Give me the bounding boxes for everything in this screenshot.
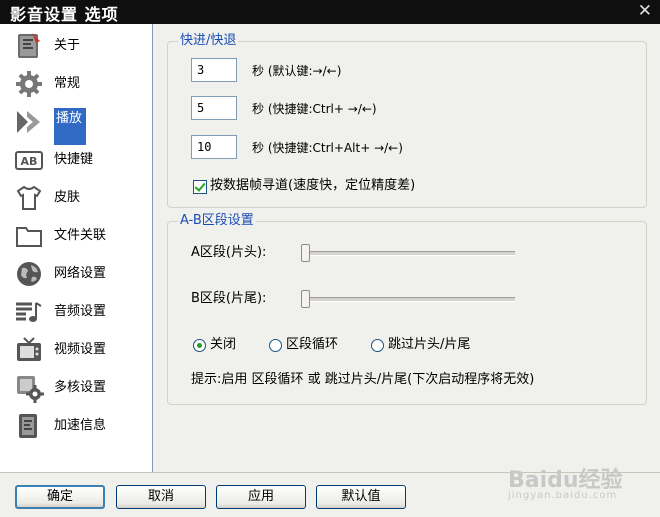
close-icon[interactable]: ✕ bbox=[638, 1, 652, 21]
apply-button[interactable]: 应用 bbox=[216, 485, 306, 509]
seek-ctrl-alt-seconds-input[interactable]: 10 bbox=[191, 135, 237, 159]
watermark-url: jingyan.baidu.com bbox=[508, 490, 618, 501]
sidebar-item-label: 播放 bbox=[54, 108, 87, 145]
seek-ctrl-seconds-input[interactable]: 5 bbox=[191, 96, 237, 120]
seek-group-legend: 快进/快退 bbox=[178, 33, 239, 49]
sidebar-item-acceleration[interactable]: 加速信息 bbox=[0, 408, 150, 444]
sidebar-item-multicore[interactable]: 多核设置 bbox=[0, 370, 150, 406]
sidebar-item-skin[interactable]: 皮肤 bbox=[0, 180, 150, 216]
b-section-label: B区段(片尾): bbox=[191, 291, 267, 306]
multicore-gear-icon bbox=[17, 376, 44, 403]
tv-icon bbox=[17, 337, 41, 361]
keyframe-seek-checkbox[interactable] bbox=[193, 180, 207, 194]
baidu-watermark: Baidu经验 jingyan.baidu.com bbox=[508, 462, 623, 501]
sidebar-item-audio[interactable]: 音频设置 bbox=[0, 294, 150, 330]
sidebar-item-label: 加速信息 bbox=[54, 418, 107, 433]
b-section-slider-thumb[interactable] bbox=[301, 290, 310, 308]
cancel-button[interactable]: 取消 bbox=[116, 485, 206, 509]
sidebar-item-playback[interactable]: 播放 bbox=[0, 104, 150, 145]
tshirt-icon bbox=[16, 185, 42, 210]
ab-section-legend: A-B区段设置 bbox=[178, 213, 256, 229]
sidebar-item-label: 视频设置 bbox=[54, 342, 107, 357]
sidebar-item-label: 皮肤 bbox=[54, 190, 81, 205]
sidebar-item-video[interactable]: 视频设置 bbox=[0, 332, 150, 368]
folder-icon bbox=[16, 227, 42, 247]
a-section-slider-thumb[interactable] bbox=[301, 244, 310, 262]
keyframe-seek-label: 按数据帧寻道(速度快，定位精度差) bbox=[210, 178, 416, 193]
window-title: 影音设置 选项 bbox=[10, 5, 119, 24]
keyboard-ab-icon: AB bbox=[15, 151, 43, 170]
seek-default-seconds-input[interactable]: 3 bbox=[191, 58, 237, 82]
music-lines-icon bbox=[16, 302, 42, 322]
ab-hint-text: 提示:启用 区段循环 或 跳过片头/片尾(下次启动程序将无效) bbox=[191, 372, 535, 387]
ab-loop-label: 区段循环 bbox=[286, 337, 339, 352]
seek-ctrl-label: 秒 (快捷键:Ctrl+ →/←) bbox=[252, 102, 377, 116]
sidebar-item-network[interactable]: 网络设置 bbox=[0, 256, 150, 292]
sidebar-item-label: 快捷键 bbox=[54, 152, 94, 167]
seek-default-label: 秒 (默认键:→/←) bbox=[252, 64, 342, 78]
sidebar-item-file-assoc[interactable]: 文件关联 bbox=[0, 218, 150, 254]
ab-section-group: A-B区段设置 A区段(片头): B区段(片尾): 关闭 区段循环 跳过片头/片… bbox=[167, 213, 647, 405]
svg-text:AB: AB bbox=[21, 155, 38, 168]
sidebar-item-hotkeys[interactable]: AB 快捷键 bbox=[0, 142, 150, 178]
seek-ctrl-alt-label: 秒 (快捷键:Ctrl+Alt+ →/←) bbox=[252, 141, 403, 155]
seek-group: 快进/快退 3 秒 (默认键:→/←) 5 秒 (快捷键:Ctrl+ →/←) … bbox=[167, 33, 647, 208]
play-arrows-icon bbox=[17, 111, 40, 133]
globe-icon bbox=[17, 262, 41, 286]
ab-off-radio[interactable] bbox=[193, 339, 206, 352]
title-bar: 影音设置 选项 ✕ bbox=[0, 0, 660, 24]
ab-off-label: 关闭 bbox=[210, 337, 237, 352]
about-book-icon bbox=[18, 33, 40, 58]
ok-button[interactable]: 确定 bbox=[15, 485, 105, 509]
sidebar-item-label: 多核设置 bbox=[54, 380, 107, 395]
sidebar-item-label: 网络设置 bbox=[54, 266, 107, 281]
sidebar-item-label: 音频设置 bbox=[54, 304, 107, 319]
playback-settings-panel: 快进/快退 3 秒 (默认键:→/←) 5 秒 (快捷键:Ctrl+ →/←) … bbox=[153, 24, 660, 472]
a-section-label: A区段(片头): bbox=[191, 245, 267, 260]
sidebar-item-general[interactable]: 常规 bbox=[0, 66, 150, 102]
sidebar-item-label: 关于 bbox=[54, 38, 81, 53]
ab-loop-radio[interactable] bbox=[269, 339, 282, 352]
sidebar-item-label: 常规 bbox=[54, 76, 81, 91]
ab-skip-label: 跳过片头/片尾 bbox=[388, 337, 471, 352]
b-section-slider-track[interactable] bbox=[301, 297, 515, 302]
ab-skip-radio[interactable] bbox=[371, 339, 384, 352]
defaults-button[interactable]: 默认值 bbox=[316, 485, 406, 509]
sidebar-item-label: 文件关联 bbox=[54, 228, 107, 243]
a-section-slider-track[interactable] bbox=[301, 251, 515, 256]
accel-book-icon bbox=[19, 414, 37, 438]
sidebar: 关于 常规 播放 AB 快捷键 皮肤 文件关联 网络设置 音频设置 视频设置 多… bbox=[0, 24, 153, 472]
sidebar-item-about[interactable]: 关于 bbox=[0, 28, 150, 64]
gear-icon bbox=[16, 71, 42, 97]
